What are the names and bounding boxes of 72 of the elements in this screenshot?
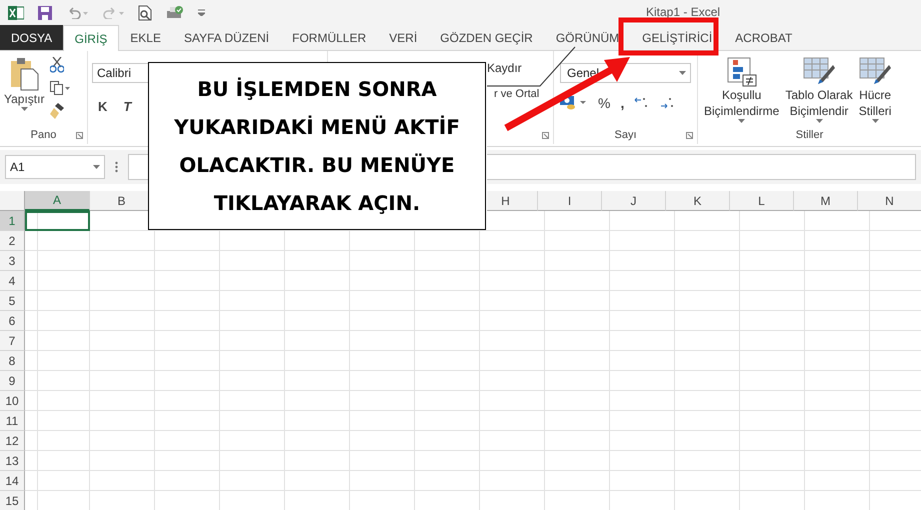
group-label: Stiller <box>794 129 824 141</box>
excel-logo-icon <box>8 6 24 20</box>
copy-icon[interactable] <box>50 81 70 95</box>
paste-button[interactable]: Yapıştır <box>4 57 44 119</box>
window-title: Kitap1 - Excel <box>646 5 720 19</box>
dialog-launcher-icon[interactable] <box>686 132 693 139</box>
column-header[interactable]: L <box>730 191 794 211</box>
save-icon[interactable] <box>38 6 52 20</box>
active-cell[interactable] <box>25 211 90 231</box>
ribbon-tab[interactable]: VERİ <box>378 25 429 50</box>
row-header[interactable]: 8 <box>0 351 25 371</box>
file-tab[interactable]: DOSYA <box>0 25 64 50</box>
row-header[interactable]: 2 <box>0 231 25 251</box>
currency-icon[interactable] <box>560 96 588 110</box>
dialog-launcher-icon[interactable] <box>542 132 549 139</box>
row-header[interactable]: 12 <box>0 431 25 451</box>
caret-icon <box>816 119 823 123</box>
column-header[interactable]: N <box>858 191 921 211</box>
scissors-icon[interactable] <box>50 57 64 73</box>
merge-center-button[interactable]: r ve Ortal <box>494 88 540 100</box>
column-header[interactable]: K <box>666 191 730 211</box>
row-header[interactable]: 15 <box>0 491 25 510</box>
wrap-text-button[interactable]: Kaydır <box>487 61 522 75</box>
more-options-icon[interactable] <box>115 161 118 173</box>
caret-icon <box>872 119 879 123</box>
dialog-launcher-icon[interactable] <box>76 132 83 139</box>
row-header[interactable]: 4 <box>0 271 25 291</box>
paintbrush-icon[interactable] <box>50 103 64 119</box>
styles-button[interactable]: Koşullu Biçimlendirme <box>704 57 780 125</box>
row-header[interactable]: 3 <box>0 251 25 271</box>
conditional-format-icon <box>726 57 757 87</box>
percent-button[interactable]: % <box>598 95 610 111</box>
customize-toolbar-icon[interactable] <box>198 9 205 16</box>
row-header[interactable]: 1 <box>0 211 25 231</box>
column-header[interactable]: M <box>794 191 858 211</box>
bold-button[interactable]: K <box>98 99 108 114</box>
caret-icon <box>93 165 100 169</box>
ribbon-tab[interactable]: SAYFA DÜZENİ <box>172 25 281 50</box>
ribbon-tab[interactable]: EKLE <box>118 25 172 50</box>
caret-icon <box>738 119 746 123</box>
column-header[interactable]: I <box>538 191 602 211</box>
comma-button[interactable]: , <box>620 95 624 111</box>
printer-check-icon[interactable] <box>166 4 184 20</box>
ribbon-tab[interactable]: FORMÜLLER <box>280 25 378 50</box>
column-header[interactable]: J <box>602 191 666 211</box>
row-header[interactable]: 6 <box>0 311 25 331</box>
column-header[interactable]: A <box>25 191 90 211</box>
row-header[interactable]: 13 <box>0 451 25 471</box>
row-header[interactable]: 14 <box>0 471 25 491</box>
group-label: Pano <box>30 129 58 141</box>
table-brush-icon <box>859 57 892 87</box>
ribbon-tab[interactable]: GELİŞTİRİCİ <box>630 25 724 50</box>
ribbon-tab[interactable]: GÖRÜNÜM <box>544 25 631 50</box>
print-preview-icon[interactable] <box>138 4 152 20</box>
row-header[interactable]: 10 <box>0 391 25 411</box>
ribbon-tab[interactable]: GİRİŞ <box>63 25 119 51</box>
row-header[interactable]: 11 <box>0 411 25 431</box>
clipboard-icon <box>9 57 40 91</box>
row-header[interactable]: 5 <box>0 291 25 311</box>
callout-tooltip: BU İŞLEMDEN SONRA YUKARIDAKİ MENÜ AKTİF OLACAKTIR. BU MENÜYE TIKLAYARAK AÇIN. <box>148 62 486 230</box>
row-header[interactable]: 9 <box>0 371 25 391</box>
styles-button[interactable]: Tablo Olarak Biçimlendir <box>785 57 853 125</box>
ribbon-tab[interactable]: ACROBAT <box>724 25 804 50</box>
italic-button[interactable]: T <box>123 99 132 114</box>
styles-button[interactable]: Hücre Stilleri <box>858 57 892 125</box>
group-label: Sayı <box>613 129 638 141</box>
ribbon-tab[interactable]: GÖZDEN GEÇİR <box>428 25 544 50</box>
caret-icon <box>679 71 686 75</box>
caret-icon <box>20 107 28 111</box>
row-header[interactable]: 7 <box>0 331 25 351</box>
table-brush-icon <box>803 57 836 87</box>
name-box[interactable]: A1 <box>5 155 105 179</box>
